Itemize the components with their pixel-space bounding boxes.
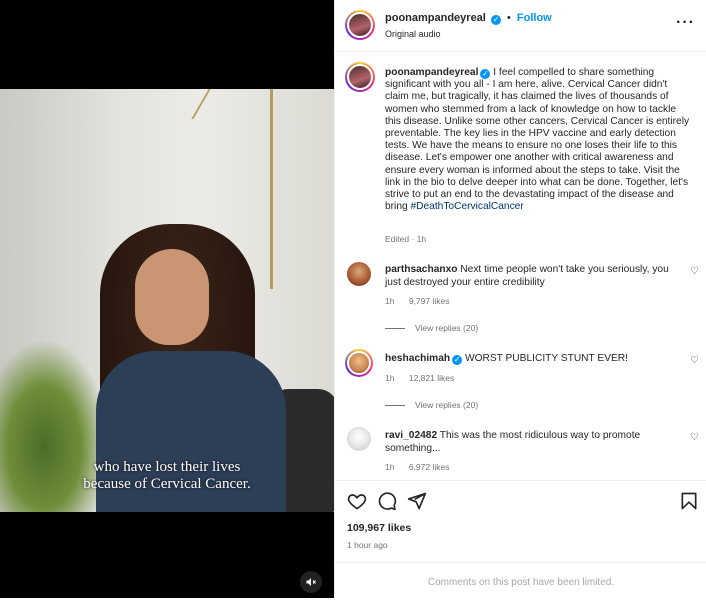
comment-likes[interactable]: 6,972 likes	[409, 462, 450, 472]
comment-time: 1h	[385, 462, 395, 472]
share-icon[interactable]	[407, 491, 427, 511]
post-caption: poonampandeyreal ✓ I feel compelled to sh…	[385, 67, 691, 213]
view-replies-button[interactable]: View replies (20)	[385, 400, 478, 410]
post-timestamp[interactable]: 1 hour ago	[347, 540, 388, 550]
comment-icon[interactable]	[377, 491, 397, 511]
author-row: poonampandeyreal ✓ • Follow	[385, 12, 552, 25]
post-header: poonampandeyreal ✓ • Follow Original aud…	[335, 0, 706, 52]
author-username[interactable]: poonampandeyreal	[385, 12, 486, 24]
comment-text: WORST PUBLICITY STUNT EVER!	[462, 353, 628, 364]
view-replies-label: View replies (20)	[415, 400, 479, 410]
person-face	[135, 249, 209, 345]
video-frame[interactable]: who have lost their lives because of Cer…	[0, 89, 334, 512]
heart-icon[interactable]	[347, 491, 367, 511]
comment-text-block: parthsachanxo Next time people won't tak…	[385, 264, 681, 289]
comment-text-block: ravi_02482 This was the most ridiculous …	[385, 430, 681, 455]
comment-text-block: heshachimah ✓ WORST PUBLICITY STUNT EVER!	[385, 353, 681, 366]
comment-meta: 1h 12,821 likes	[385, 373, 466, 383]
audio-label[interactable]: Original audio	[385, 29, 441, 39]
bookmark-icon[interactable]	[679, 491, 699, 511]
comment-time: 1h	[385, 373, 395, 383]
commenter-username[interactable]: heshachimah	[385, 353, 450, 364]
caption-username[interactable]: poonampandeyreal	[385, 67, 478, 78]
view-replies-label: View replies (20)	[415, 323, 479, 333]
comment-heart-icon[interactable]: ♡	[690, 355, 699, 366]
hashtag-link[interactable]: #DeathToCervicalCancer	[410, 201, 523, 212]
more-options-icon[interactable]: ···	[676, 15, 695, 31]
comment-time: 1h	[385, 296, 395, 306]
separator: •	[506, 12, 511, 24]
likes-count[interactable]: 109,967 likes	[347, 522, 411, 534]
author-avatar[interactable]	[345, 10, 375, 40]
comment-likes[interactable]: 12,821 likes	[409, 373, 454, 383]
comments-limited-notice: Comments on this post have been limited.	[335, 562, 706, 598]
verified-badge-icon: ✓	[452, 355, 463, 365]
commenter-username[interactable]: ravi_02482	[385, 430, 437, 441]
comment-meta: 1h 9,797 likes	[385, 296, 461, 306]
view-replies-button[interactable]: View replies (20)	[385, 323, 478, 333]
caption-meta: Edited · 1h	[385, 234, 427, 244]
commenter-avatar[interactable]	[345, 349, 373, 377]
action-bar: 109,967 likes 1 hour ago	[335, 480, 706, 560]
subtitle-line: because of Cervical Cancer.	[83, 476, 251, 492]
comment-heart-icon[interactable]: ♡	[690, 266, 699, 277]
comment-likes[interactable]: 9,797 likes	[409, 296, 450, 306]
commenter-avatar[interactable]	[347, 262, 371, 286]
post-details-panel: poonampandeyreal ✓ • Follow Original aud…	[334, 0, 706, 598]
instagram-post-view: who have lost their lives because of Cer…	[0, 0, 706, 598]
caption-text: I feel compelled to share something sign…	[385, 67, 690, 213]
caption-avatar[interactable]	[345, 62, 375, 92]
comment-meta: 1h 6,972 likes	[385, 462, 461, 472]
video-subtitle: who have lost their lives because of Cer…	[0, 459, 334, 493]
muted-speaker-icon	[306, 578, 316, 586]
mute-button[interactable]	[300, 571, 322, 593]
video-player[interactable]: who have lost their lives because of Cer…	[0, 0, 334, 598]
verified-badge-icon: ✓	[480, 69, 491, 79]
wall-decor	[191, 89, 211, 119]
replies-divider	[385, 405, 405, 407]
commenter-username[interactable]: parthsachanxo	[385, 264, 457, 275]
comment-heart-icon[interactable]: ♡	[690, 432, 699, 443]
verified-badge-icon: ✓	[490, 15, 501, 25]
subtitle-line: who have lost their lives	[93, 459, 241, 475]
follow-button[interactable]: Follow	[517, 12, 552, 24]
wall-decor	[270, 89, 273, 289]
replies-divider	[385, 328, 405, 330]
commenter-avatar[interactable]	[347, 427, 371, 451]
